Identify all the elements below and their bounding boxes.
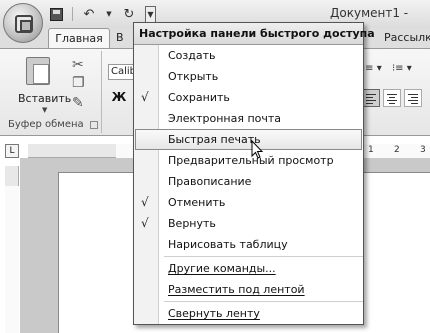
- menu-item-label: Нарисовать таблицу: [168, 238, 288, 251]
- chevron-down-icon[interactable]: ▼: [105, 6, 113, 22]
- office-button[interactable]: [3, 3, 43, 43]
- menu-item-show-below-ribbon[interactable]: Разместить под лентой: [134, 279, 363, 300]
- vertical-ruler-text-area: [5, 186, 19, 333]
- paste-button[interactable]: Вставить: [18, 92, 71, 105]
- bullets-icon[interactable]: ⁝≡ ▾: [362, 63, 386, 77]
- qat-customize-menu: Настройка панели быстрого доступа Создат…: [133, 22, 375, 325]
- menu-item-spelling[interactable]: Правописание: [134, 171, 363, 192]
- clipboard-group-label: Буфер обмена: [8, 119, 84, 130]
- chevron-down-icon[interactable]: ▼: [42, 106, 47, 114]
- menu-item-label: Другие команды...: [168, 262, 276, 275]
- numbering-icon[interactable]: ⁝≡ ▾: [392, 63, 416, 77]
- menu-item-quick-print[interactable]: Быстрая печать: [135, 129, 362, 150]
- menu-title: Настройка панели быстрого доступа: [134, 23, 375, 45]
- check-icon: √: [141, 216, 149, 230]
- customize-dropdown-icon: ▼: [147, 9, 154, 19]
- bold-button[interactable]: Ж: [110, 89, 128, 105]
- font-name-field[interactable]: Calib: [108, 64, 136, 80]
- copy-icon[interactable]: ❐: [72, 75, 85, 91]
- menu-item-print-preview[interactable]: Предварительный просмотр: [134, 150, 363, 171]
- office-logo-icon: [15, 15, 33, 33]
- menu-item-redo[interactable]: √ Вернуть: [134, 213, 363, 234]
- check-icon: √: [141, 90, 149, 104]
- tab-selector[interactable]: L: [5, 144, 19, 158]
- menu-item-label: Вернуть: [168, 217, 216, 230]
- menu-item-label: Электронная почта: [168, 112, 282, 125]
- mouse-pointer-icon: [251, 140, 264, 159]
- ruler-number: 3: [420, 145, 426, 155]
- align-right-icon[interactable]: [404, 89, 422, 107]
- align-buttons: [362, 89, 422, 107]
- menu-item-label: Быстрая печать: [168, 133, 261, 146]
- align-center-icon[interactable]: [383, 89, 401, 107]
- menu-item-draw-table[interactable]: Нарисовать таблицу: [134, 234, 363, 255]
- menu-item-undo[interactable]: √ Отменить: [134, 192, 363, 213]
- clipboard-group: Вставить ▼ ✂ ❐ ✎ Буфер обмена: [2, 51, 102, 133]
- format-painter-icon[interactable]: ✎: [72, 95, 84, 111]
- menu-separator: [164, 256, 363, 257]
- menu-item-label: Создать: [168, 49, 216, 62]
- tab-mailings[interactable]: Рассылки: [384, 28, 430, 48]
- menu-item-save[interactable]: √ Сохранить: [134, 87, 363, 108]
- dialog-launcher-icon[interactable]: [90, 121, 98, 129]
- menu-item-email[interactable]: Электронная почта: [134, 108, 363, 129]
- menu-item-more-commands[interactable]: Другие команды...: [134, 258, 363, 279]
- menu-item-label: Правописание: [168, 175, 252, 188]
- document-title: Документ1 -: [330, 6, 409, 20]
- tab-insert[interactable]: В: [116, 28, 124, 48]
- qat-separator: [72, 7, 73, 21]
- menu-item-label: Свернуть ленту: [168, 307, 260, 320]
- menu-separator: [164, 301, 363, 302]
- save-icon[interactable]: [48, 6, 64, 22]
- menu-item-label: Сохранить: [168, 91, 230, 104]
- redo-icon[interactable]: ↻: [121, 6, 137, 22]
- ruler-number: 2: [394, 145, 400, 155]
- menu-item-label: Отменить: [168, 196, 226, 209]
- paste-icon[interactable]: [26, 57, 50, 85]
- undo-icon[interactable]: ↶: [81, 6, 97, 22]
- customize-qat-button[interactable]: ▼: [145, 5, 156, 23]
- ruler-number: 1: [368, 145, 374, 155]
- menu-item-label: Открыть: [168, 70, 219, 83]
- list-buttons: ⁝≡ ▾ ⁝≡ ▾: [362, 63, 416, 77]
- tab-home[interactable]: Главная: [48, 28, 110, 48]
- scissors-icon[interactable]: ✂: [72, 57, 84, 73]
- align-left-icon[interactable]: [362, 89, 380, 107]
- menu-item-label: Разместить под лентой: [168, 283, 305, 296]
- quick-access-toolbar: ↶ ▼ ↻ ▼: [48, 4, 156, 24]
- menu-item-create[interactable]: Создать: [134, 45, 363, 66]
- check-icon: √: [141, 195, 149, 209]
- menu-item-minimize-ribbon[interactable]: Свернуть ленту: [134, 303, 363, 324]
- menu-item-open[interactable]: Открыть: [134, 66, 363, 87]
